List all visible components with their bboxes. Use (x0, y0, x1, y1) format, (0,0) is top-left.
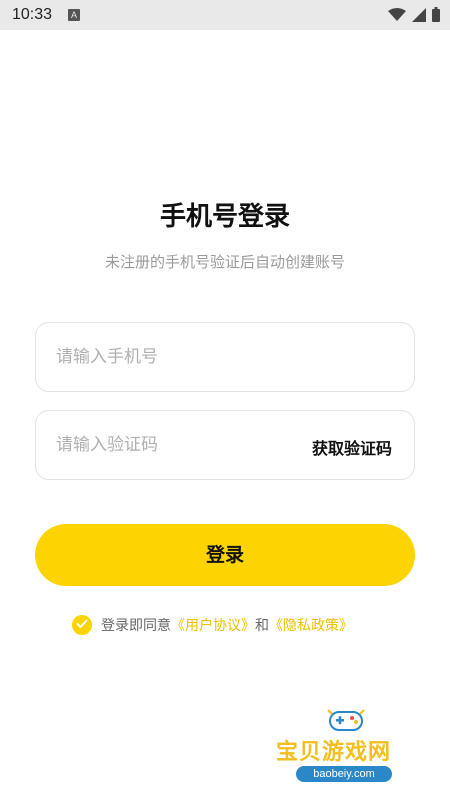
battery-icon (432, 6, 440, 26)
page-title: 手机号登录 (159, 202, 290, 232)
status-bar: 10:33 A (0, 0, 450, 30)
watermark-domain: baobeiy.com (296, 766, 392, 782)
phone-field[interactable] (35, 322, 415, 392)
wifi-icon (388, 7, 406, 26)
agreement-checkbox[interactable] (72, 615, 92, 635)
agreement-prefix: 登录即同意 (101, 618, 171, 634)
agreement-row: 登录即同意 《用户协议》 和 《隐私政策》 (72, 614, 353, 636)
watermark-text: 宝贝游戏网 (276, 740, 392, 765)
privacy-policy-link[interactable]: 《隐私政策》 (269, 615, 353, 635)
watermark: 宝贝游戏网 baobeiy.com (270, 702, 430, 792)
status-icons (388, 6, 440, 26)
agreement-conjunction: 和 (255, 618, 269, 634)
user-agreement-link[interactable]: 《用户协议》 (171, 615, 255, 635)
code-input[interactable] (56, 411, 296, 479)
signal-icon (412, 7, 426, 26)
login-button[interactable]: 登录 (35, 524, 415, 586)
code-field[interactable]: 获取验证码 (35, 410, 415, 480)
notification-icon: A (68, 9, 80, 21)
get-code-button[interactable]: 获取验证码 (312, 435, 392, 459)
page-subtitle: 未注册的手机号验证后自动创建账号 (104, 253, 345, 271)
checkmark-icon (76, 617, 88, 633)
phone-input[interactable] (56, 323, 296, 391)
status-time: 10:33 (12, 6, 53, 23)
